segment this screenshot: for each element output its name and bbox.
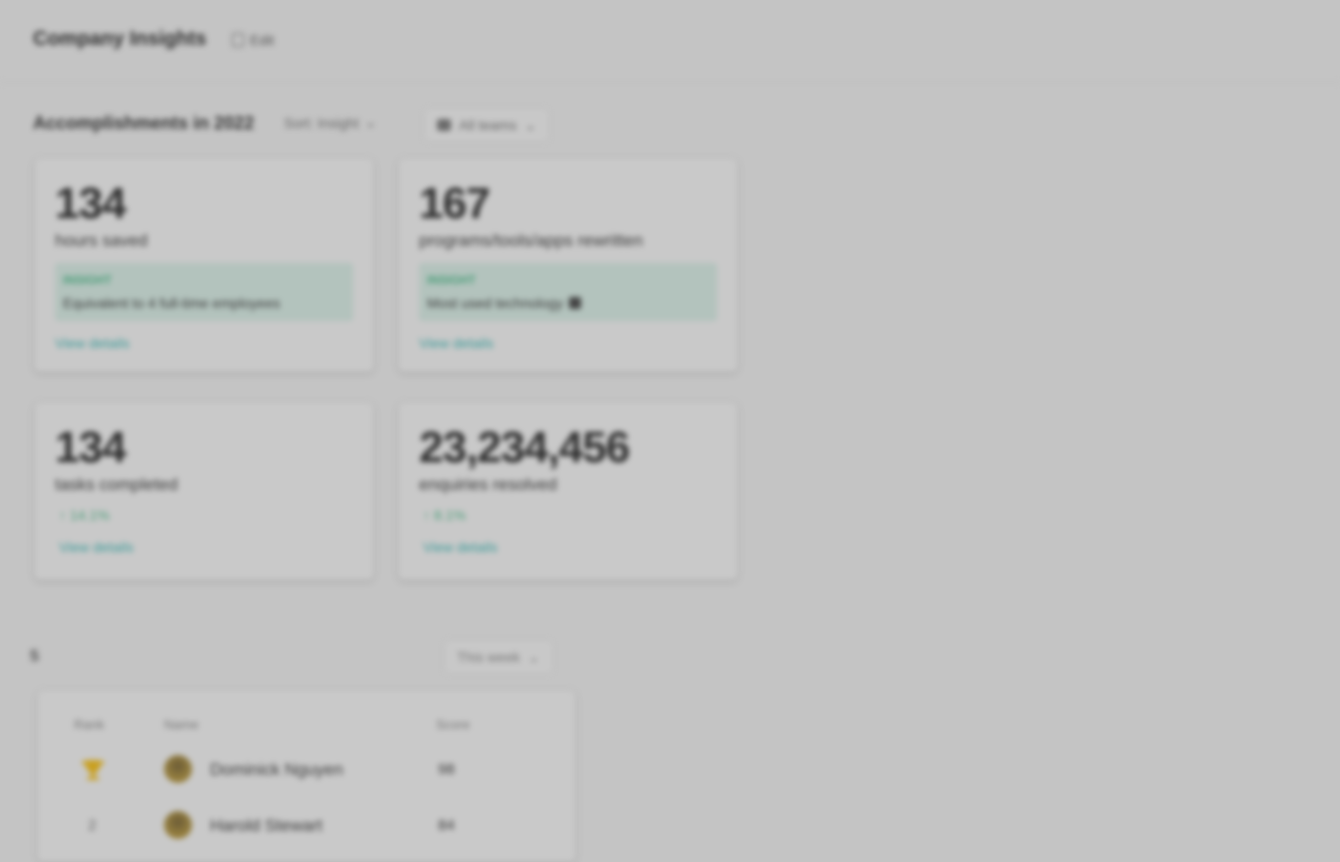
insight-text-value: Most used technology bbox=[427, 295, 564, 311]
chevron-down-icon: ⌄ bbox=[528, 648, 540, 665]
team-filter-select[interactable]: All teams ⌄ bbox=[424, 108, 550, 142]
metric-value: 167 bbox=[419, 179, 490, 228]
company-insights-page: Company Insights Edit Accomplishments in… bbox=[0, 0, 1340, 862]
metric-label: programs/tools/apps rewritten bbox=[419, 231, 643, 250]
view-details-link[interactable]: View details bbox=[59, 539, 133, 555]
metric-value: 23,234,456 bbox=[419, 423, 630, 472]
leaderboard-period-select[interactable]: This week ⌄ bbox=[444, 640, 553, 674]
rank-column-header: Rank bbox=[74, 717, 105, 732]
insight-tag: INSIGHT bbox=[63, 273, 112, 287]
leaderboard-card: Rank Name Score Dominick Nguyen 98 2 Har… bbox=[37, 690, 576, 862]
edit-button-label: Edit bbox=[250, 32, 275, 48]
metric-value: 134 bbox=[55, 179, 126, 228]
metric-card-tasks-completed: 134 tasks completed ↑ 14.1% View details bbox=[34, 402, 374, 580]
sort-select-label: Sort: Insight bbox=[284, 114, 359, 131]
view-details-link[interactable]: View details bbox=[419, 335, 493, 351]
insight-box: INSIGHT Most used technology bbox=[419, 263, 717, 321]
avatar bbox=[164, 755, 192, 783]
section-title: Accomplishments in 2022 bbox=[33, 113, 255, 133]
metric-card-hours-saved: 134 hours saved INSIGHT Equivalent to 4 … bbox=[34, 158, 374, 372]
leaderboard-title: 5 bbox=[30, 648, 39, 665]
team-filter-label: All teams bbox=[459, 117, 517, 133]
metric-label: hours saved bbox=[55, 231, 148, 250]
avatar bbox=[164, 811, 192, 839]
metric-label: enquiries resolved bbox=[419, 475, 557, 494]
top-bar: Company Insights Edit bbox=[0, 0, 1340, 83]
sort-select[interactable]: Sort: Insight ⌄ bbox=[284, 114, 376, 131]
leaderboard-name: Harold Stewart bbox=[210, 816, 323, 835]
trophy-icon bbox=[81, 760, 105, 780]
metric-value: 134 bbox=[55, 423, 126, 472]
metric-card-programs-rewritten: 167 programs/tools/apps rewritten INSIGH… bbox=[398, 158, 738, 372]
trend-indicator: ↑ 14.1% bbox=[59, 507, 110, 523]
insight-box: INSIGHT Equivalent to 4 full-time employ… bbox=[55, 263, 353, 321]
score-column-header: Score bbox=[436, 717, 470, 732]
metric-label: tasks completed bbox=[55, 475, 178, 494]
trend-indicator: ↑ 8.1% bbox=[423, 507, 466, 523]
name-column-header: Name bbox=[164, 717, 199, 732]
chevron-down-icon: ⌄ bbox=[364, 114, 377, 130]
leaderboard-score: 84 bbox=[438, 817, 455, 834]
insight-text-value: Equivalent to 4 full-time employees bbox=[63, 295, 281, 311]
insight-tag: INSIGHT bbox=[427, 273, 476, 287]
view-details-link[interactable]: View details bbox=[423, 539, 497, 555]
insight-text: Equivalent to 4 full-time employees bbox=[63, 295, 280, 311]
technology-icon bbox=[569, 297, 582, 309]
insight-text: Most used technology bbox=[427, 295, 582, 311]
edit-button[interactable]: Edit bbox=[222, 26, 284, 54]
period-select-label: This week bbox=[457, 649, 521, 665]
view-details-link[interactable]: View details bbox=[55, 335, 129, 351]
leaderboard-score: 98 bbox=[438, 761, 455, 778]
people-icon bbox=[437, 119, 451, 131]
edit-icon bbox=[232, 33, 244, 47]
metric-card-enquiries-resolved: 23,234,456 enquiries resolved ↑ 8.1% Vie… bbox=[398, 402, 738, 580]
leaderboard-name: Dominick Nguyen bbox=[210, 760, 344, 779]
page-title: Company Insights bbox=[33, 28, 207, 50]
chevron-down-icon: ⌄ bbox=[524, 116, 537, 133]
leaderboard-rank: 2 bbox=[88, 817, 97, 834]
